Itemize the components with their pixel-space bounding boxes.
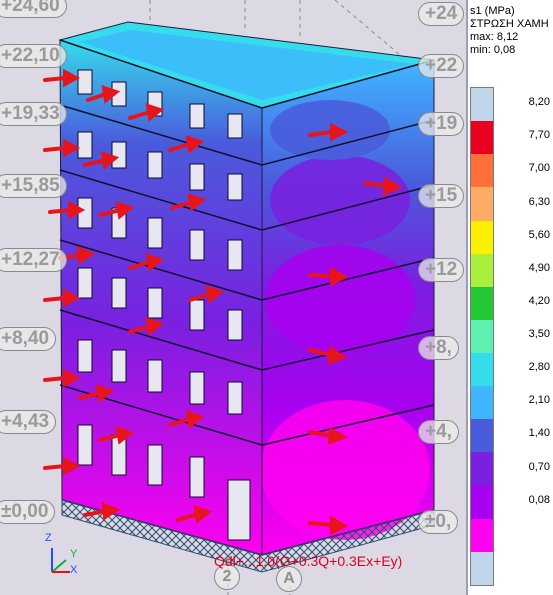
scale-color-band xyxy=(471,253,493,288)
level-label-right: +8, xyxy=(418,336,459,360)
legend-header: s1 (MPa) ΣΤΡΩΣΗ ΧΑΜΗ max: 8,12 min: 0,08 xyxy=(470,5,553,57)
building-model-drawing[interactable] xyxy=(0,0,466,595)
level-label-right: +4, xyxy=(418,420,459,444)
scale-tick-label: 4,20 xyxy=(528,294,550,307)
scale-color-band xyxy=(471,353,493,387)
app-window: +24,60 +22,10 +19,33 +15,85 +12,27 +8,40… xyxy=(0,0,553,595)
color-scale-bar xyxy=(470,87,494,586)
legend-title: s1 (MPa) xyxy=(470,5,515,17)
level-label: +4,43 xyxy=(0,410,57,434)
scale-tick-label: 2,10 xyxy=(528,394,550,407)
level-label-right: +12 xyxy=(418,258,465,282)
scale-color-band xyxy=(471,154,493,188)
scale-tick-label: 7,70 xyxy=(528,129,550,142)
level-label-right: +19 xyxy=(418,112,465,136)
scale-color-band xyxy=(471,452,493,487)
level-label-right: ±0, xyxy=(418,510,459,534)
level-label: +8,40 xyxy=(0,327,57,351)
level-label: +24,60 xyxy=(0,0,67,18)
scale-color-band xyxy=(471,419,493,453)
scale-tick-label: 1,40 xyxy=(528,427,550,440)
scale-tick-label: 6,30 xyxy=(528,195,550,208)
scale-color-band xyxy=(471,88,493,122)
scale-color-band xyxy=(471,319,493,354)
axis-label-x: X xyxy=(70,564,78,576)
level-label: +15,85 xyxy=(0,174,67,198)
scale-color-band xyxy=(471,187,493,222)
scale-tick-label: 0,08 xyxy=(528,493,550,506)
level-label-right: +24 xyxy=(418,2,465,26)
level-label: +22,10 xyxy=(0,44,67,68)
level-label-right: +22 xyxy=(418,54,465,78)
scale-color-band xyxy=(471,485,493,520)
scale-tick-label: 4,90 xyxy=(528,261,550,274)
scale-color-band xyxy=(471,220,493,255)
legend-min: min: 0,08 xyxy=(470,44,516,56)
axis-label-z: Z xyxy=(45,532,52,544)
scale-color-band xyxy=(471,518,493,553)
scale-tick-label: 3,50 xyxy=(528,328,550,341)
scale-tick-label: 2,80 xyxy=(528,361,550,374)
3d-model-viewport[interactable]: +24,60 +22,10 +19,33 +15,85 +12,27 +8,40… xyxy=(0,0,466,595)
level-label: +19,33 xyxy=(0,102,67,126)
legend-subtitle: ΣΤΡΩΣΗ ΧΑΜΗ xyxy=(470,18,549,30)
axis-triad xyxy=(51,548,70,573)
scale-color-band xyxy=(471,551,493,586)
legend-max: max: 8,12 xyxy=(470,31,519,43)
level-label: +12,27 xyxy=(0,248,67,272)
scale-tick-label: 0,70 xyxy=(528,460,550,473)
level-label: ±0,00 xyxy=(0,500,56,524)
axis-label-y: Y xyxy=(70,548,78,560)
level-label-right: +15 xyxy=(418,184,465,208)
grid-axis-bubble: A xyxy=(276,566,302,592)
load-combination-label: Qdl+...1.0(G+0.3Q+0.3Ex+Ey) xyxy=(214,553,403,569)
scale-tick-label: 7,00 xyxy=(528,162,550,175)
scale-tick-label: 8,20 xyxy=(528,96,550,109)
scale-color-band xyxy=(471,286,493,321)
scale-tick-label: 5,60 xyxy=(528,228,550,241)
scale-color-band xyxy=(471,121,493,155)
scale-color-band xyxy=(471,386,493,420)
